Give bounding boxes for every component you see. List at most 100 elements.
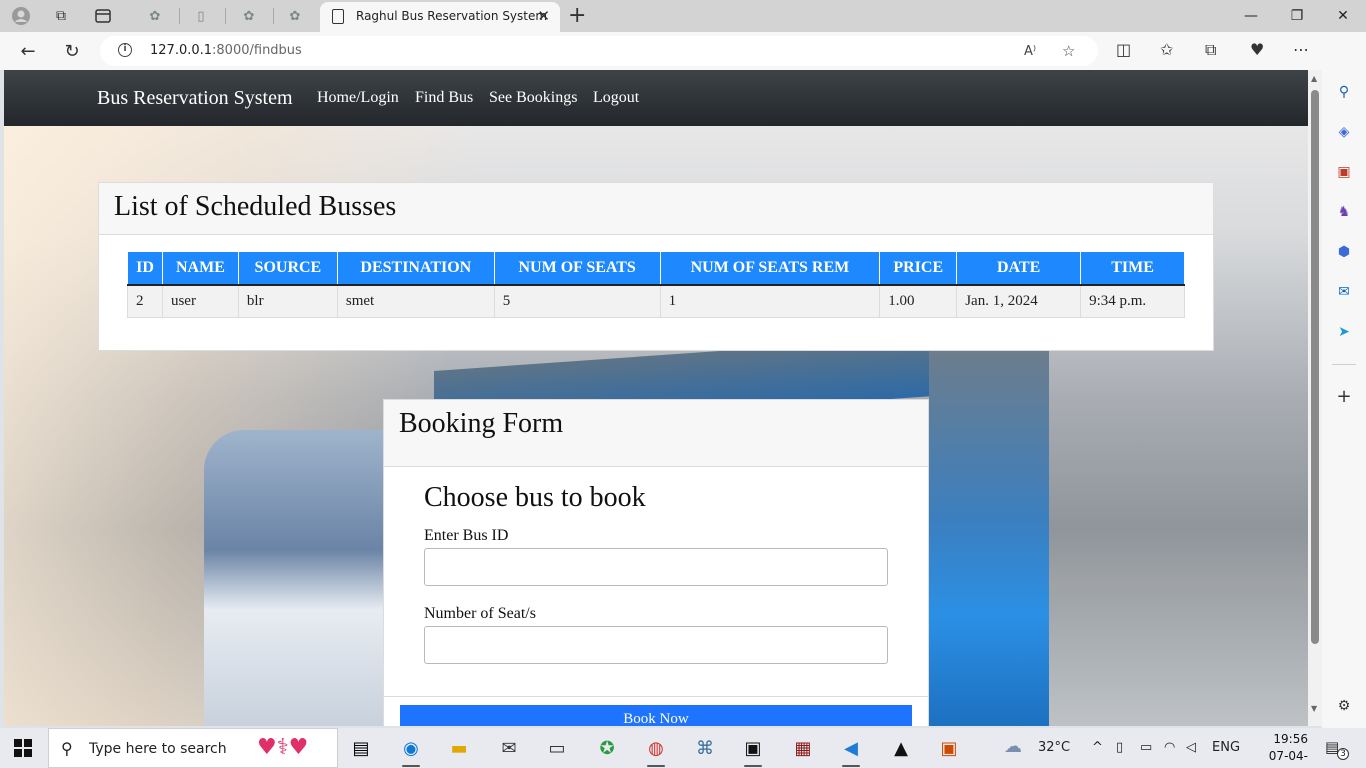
tab-separator	[273, 8, 274, 24]
chrome-icon[interactable]: ◍	[641, 733, 671, 767]
url-path: :8000/findbus	[212, 43, 302, 58]
nav-link-see-bookings[interactable]: See Bookings	[489, 89, 577, 107]
terminal-icon[interactable]: ▣	[738, 733, 768, 767]
chatgpt-tab-icon[interactable]: ✿	[284, 5, 306, 27]
more-menu-icon[interactable]: ⋯	[1293, 40, 1309, 59]
site-info-icon[interactable]: i	[118, 43, 132, 57]
microsoft-365-icon[interactable]: ⬢	[1334, 242, 1354, 262]
collections-icon[interactable]: ⧉	[1205, 40, 1216, 60]
windows-start-icon[interactable]	[14, 739, 32, 757]
seats-label: Number of Seat/s	[424, 605, 536, 622]
mail-icon[interactable]: ✉	[494, 733, 524, 763]
archive-app-icon[interactable]: ▦	[788, 733, 818, 763]
site-navbar: Bus Reservation System Home/Login Find B…	[4, 70, 1308, 126]
scroll-up-arrow-icon[interactable]: ▲	[1311, 74, 1317, 83]
tab-separator	[179, 8, 180, 24]
meet-icon[interactable]: ▯	[1116, 740, 1123, 755]
close-tab-icon[interactable]: ✕	[537, 7, 550, 25]
bus-table: ID NAME SOURCE DESTINATION NUM OF SEATS …	[127, 251, 1185, 318]
python-icon[interactable]: ⌘	[690, 733, 720, 763]
file-explorer-icon[interactable]: ▬	[444, 733, 474, 763]
show-hidden-icons-chevron-icon[interactable]: ^	[1092, 740, 1103, 755]
settings-gear-icon[interactable]: ⚙	[1334, 696, 1354, 716]
nav-link-logout[interactable]: Logout	[593, 89, 639, 107]
restore-icon[interactable]: ❐	[1274, 4, 1320, 28]
photos-icon[interactable]: ▲	[886, 733, 916, 763]
send-icon[interactable]: ➤	[1334, 322, 1354, 342]
search-icon[interactable]: ⚲	[1334, 82, 1354, 102]
active-tab[interactable]: Raghul Bus Reservation System ✕	[320, 2, 560, 32]
weather-temperature[interactable]: 32°C	[1038, 740, 1070, 755]
page-viewport: Bus Reservation System Home/Login Find B…	[4, 70, 1308, 726]
chatgpt-tab-icon[interactable]: ✿	[238, 5, 260, 27]
vertical-tabs-icon[interactable]	[92, 5, 114, 27]
vscode-icon[interactable]: ◀	[836, 733, 866, 767]
volume-icon[interactable]: ◁	[1186, 740, 1196, 755]
games-icon[interactable]: ♞	[1334, 202, 1354, 222]
edge-browser-icon[interactable]: ◉	[396, 733, 426, 767]
media-icon[interactable]: ▭	[542, 733, 572, 763]
column-header: TIME	[1080, 251, 1185, 285]
recycle-app-icon[interactable]: ✪	[592, 733, 622, 763]
search-highlight-icon: ♥⚕♥	[257, 735, 309, 760]
back-arrow-icon[interactable]: ←	[15, 39, 41, 63]
taskbar-search-placeholder: Type here to search	[89, 741, 227, 757]
booking-form-card: Booking Form Choose bus to book Enter Bu…	[383, 399, 929, 726]
weather-icon[interactable]: ☁	[1004, 736, 1022, 757]
bus-list-title: List of Scheduled Busses	[99, 183, 1213, 235]
column-header: SOURCE	[237, 251, 338, 285]
sidebar-divider	[1332, 364, 1356, 365]
address-bar[interactable]: i 127.0.0.1:8000/findbus A⁾ ☆	[100, 36, 1098, 66]
table-cell: 5	[493, 283, 661, 318]
refresh-icon[interactable]: ↻	[59, 39, 85, 63]
table-cell: 2	[127, 283, 163, 318]
nav-link-home-login[interactable]: Home/Login	[317, 89, 399, 107]
taskbar-search-box[interactable]: ⚲ Type here to search ♥⚕♥	[48, 728, 338, 768]
table-cell: user	[161, 283, 239, 318]
page-scrollbar[interactable]: ▲ ▼	[1308, 70, 1322, 726]
minimize-icon[interactable]: —	[1228, 4, 1274, 28]
favorite-star-icon[interactable]: ☆	[1062, 42, 1075, 60]
windows-taskbar: ⚲ Type here to search ♥⚕♥ ▤ ◉ ▬ ✉ ▭ ✪ ◍ …	[0, 728, 1366, 768]
language-indicator[interactable]: ENG	[1212, 740, 1240, 755]
favorites-icon[interactable]: ✩	[1160, 40, 1173, 59]
seats-input[interactable]	[424, 626, 888, 664]
read-aloud-icon[interactable]: A⁾	[1024, 44, 1036, 59]
scrollbar-thumb[interactable]	[1311, 90, 1319, 644]
browser-essentials-icon[interactable]: ♥	[1250, 40, 1264, 59]
background-road	[1049, 590, 1308, 726]
nav-link-find-bus[interactable]: Find Bus	[415, 89, 473, 107]
profile-icon[interactable]	[10, 5, 32, 27]
wifi-icon[interactable]: ◠	[1164, 740, 1175, 755]
page-tab-icon[interactable]: ▯	[190, 5, 212, 27]
scroll-down-arrow-icon[interactable]: ▼	[1311, 704, 1317, 713]
browser-toolbar: ← ↻ i 127.0.0.1:8000/findbus A⁾ ☆ ◫ ✩ ⧉ …	[0, 32, 1366, 70]
form-footer-divider	[384, 696, 928, 697]
chatgpt-tab-icon[interactable]: ✿	[144, 5, 166, 27]
book-now-button[interactable]: Book Now	[400, 705, 912, 726]
taskbar-clock[interactable]: 19:56 07-04-2024	[1248, 731, 1308, 768]
new-tab-button[interactable]: +	[568, 3, 586, 28]
split-screen-icon[interactable]: ◫	[1116, 40, 1131, 59]
column-header: PRICE	[879, 251, 958, 285]
background-bus-right	[929, 350, 1049, 726]
navbar-brand[interactable]: Bus Reservation System	[97, 87, 293, 110]
tools-icon[interactable]: ▣	[1334, 162, 1354, 182]
app-running-indicator	[744, 765, 762, 767]
battery-icon[interactable]: ▭	[1140, 740, 1152, 755]
edge-sidebar: ⚲ ◈ ▣ ♞ ⬢ ✉ ➤ + ⚙	[1322, 32, 1366, 728]
shopping-tag-icon[interactable]: ◈	[1334, 122, 1354, 142]
column-header: ID	[127, 251, 163, 285]
workspaces-icon[interactable]: ⧉	[50, 5, 72, 27]
office-app-icon[interactable]: ▣	[934, 733, 964, 763]
column-header: NUM OF SEATS	[493, 251, 661, 285]
bus-id-label: Enter Bus ID	[424, 527, 509, 544]
table-cell: 1.00	[879, 283, 958, 318]
url-host: 127.0.0.1	[150, 43, 213, 58]
add-icon[interactable]: +	[1334, 386, 1354, 407]
close-window-icon[interactable]: ✕	[1320, 4, 1366, 28]
task-view-icon[interactable]: ▤	[346, 733, 376, 763]
bus-id-input[interactable]	[424, 548, 888, 586]
column-header: DATE	[956, 251, 1082, 285]
outlook-icon[interactable]: ✉	[1334, 282, 1354, 302]
